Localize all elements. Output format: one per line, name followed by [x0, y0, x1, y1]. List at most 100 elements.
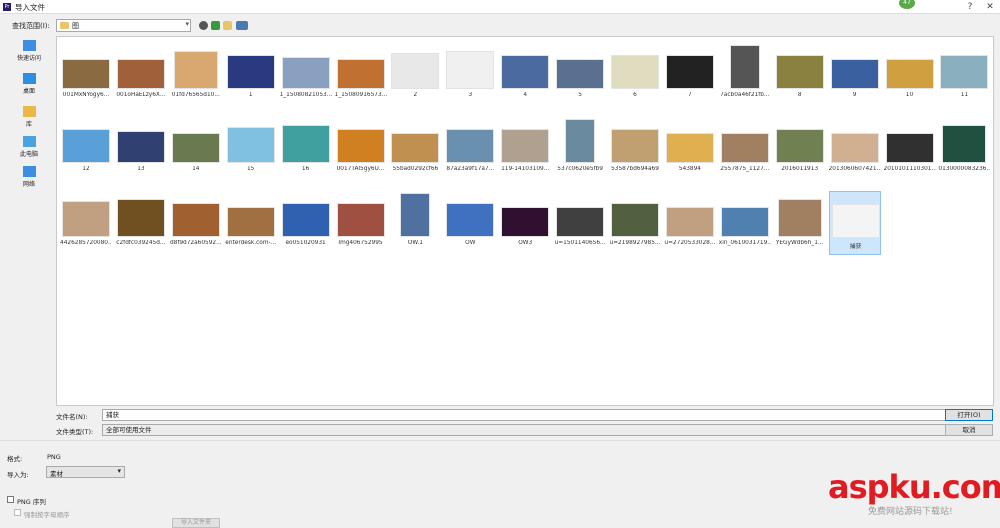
file-name: 6	[633, 92, 637, 98]
file-name: d8f9d72a60592...	[169, 240, 222, 246]
png-sequence-label: PNG 序列	[17, 498, 46, 506]
file-item[interactable]: 捕获	[828, 191, 881, 255]
help-icon[interactable]: ?	[960, 0, 980, 14]
import-as-select[interactable]: 素材 ▾	[46, 466, 125, 478]
filetype-select[interactable]: 全部可使用文件	[102, 424, 982, 436]
file-item[interactable]: 1_15080916573...	[335, 43, 387, 107]
file-item[interactable]: u=2720533028...	[664, 191, 716, 255]
file-item[interactable]: d8f9d72a60592...	[170, 191, 222, 255]
file-item[interactable]: 53587bd694a69	[609, 117, 661, 181]
file-item[interactable]: 543894	[664, 117, 716, 181]
file-item[interactable]: 14	[170, 117, 222, 181]
file-item[interactable]: 119-14103109...	[499, 117, 551, 181]
place-item[interactable]: 此电脑	[5, 136, 53, 158]
file-name: 11	[960, 92, 969, 98]
file-thumbnail	[171, 133, 220, 163]
file-item[interactable]: 87a23a9f17a7...	[444, 117, 496, 181]
up-folder-icon[interactable]	[211, 21, 220, 30]
file-item[interactable]: enterdesk.com-...	[225, 191, 277, 255]
filename-row: 文件名(N): 捕获	[56, 409, 994, 422]
file-item[interactable]: u=2198927985...	[609, 191, 661, 255]
file-item[interactable]: 001MxNYogy6...	[60, 43, 112, 107]
file-name: 2557875_1127...	[720, 166, 770, 172]
file-item[interactable]: 2016011913	[774, 117, 826, 181]
png-sequence-checkbox[interactable]	[7, 496, 14, 503]
file-name: 53587bd694a69	[611, 166, 659, 172]
place-item[interactable]: 桌面	[5, 73, 53, 95]
file-item[interactable]: 7acb0a46f21fb...	[719, 43, 771, 107]
file-item[interactable]: 0017TAI5gy6U...	[335, 117, 387, 181]
place-item[interactable]: 库	[5, 106, 53, 128]
file-name: 537c0620e5fb9	[557, 166, 603, 172]
file-item[interactable]: Img406752995	[335, 191, 387, 255]
file-item[interactable]: 9	[829, 43, 881, 107]
file-thumbnail	[611, 55, 659, 89]
new-folder-icon[interactable]	[223, 21, 232, 30]
file-item[interactable]: 55bad0292cf66	[389, 117, 441, 181]
title-bar: Pr 导入文件 47 ? ✕	[0, 0, 1000, 14]
file-item[interactable]: 16	[280, 117, 332, 181]
file-item[interactable]: 1	[225, 43, 277, 107]
file-item[interactable]: 0130000083236...	[938, 117, 990, 181]
filename-input[interactable]: 捕获	[102, 409, 982, 421]
open-button[interactable]: 打开(O)	[945, 409, 993, 421]
places-sidebar: 快速访问桌面库此电脑网络	[5, 36, 53, 406]
file-thumbnail	[729, 45, 760, 89]
file-item[interactable]: 10	[884, 43, 936, 107]
file-name: 4	[523, 92, 528, 98]
file-item[interactable]: eo051020931	[280, 191, 332, 255]
desktop-icon	[22, 73, 36, 84]
look-in-dropdown[interactable]: 图 ▾	[56, 19, 191, 32]
file-name: 1_15080916573...	[334, 92, 387, 98]
file-item[interactable]: 537c0620e5fb9	[554, 117, 606, 181]
file-item[interactable]: 12	[60, 117, 112, 181]
file-item[interactable]: 13	[115, 117, 167, 181]
file-thumbnail	[885, 133, 934, 163]
place-item[interactable]: 网络	[5, 166, 53, 188]
file-item[interactable]: 2013060607421...	[829, 117, 881, 181]
file-thumbnail	[565, 119, 596, 163]
file-name: 0017TAI5gy6U...	[336, 166, 385, 172]
view-menu-icon[interactable]	[236, 21, 248, 30]
chevron-down-icon: ▾	[185, 20, 189, 28]
force-alpha-checkbox[interactable]	[14, 509, 21, 516]
back-icon[interactable]	[199, 21, 208, 30]
file-item[interactable]: 2	[389, 43, 441, 107]
file-item[interactable]: 5	[554, 43, 606, 107]
file-thumbnail	[62, 59, 110, 89]
file-item[interactable]: 8	[774, 43, 826, 107]
file-grid: 001MxNYogy6... 001oHaELzy6X... 01fd76565d1…	[56, 36, 994, 406]
file-item[interactable]: 1_15080821053...	[280, 43, 332, 107]
file-item[interactable]: c2fdfc039245d...	[115, 191, 167, 255]
file-item[interactable]: xin_0610031719...	[719, 191, 771, 255]
file-thumbnail	[665, 207, 714, 237]
place-item[interactable]: 快速访问	[5, 40, 53, 62]
file-item[interactable]: 2557875_1127...	[719, 117, 771, 181]
file-item[interactable]: 4	[499, 43, 551, 107]
filename-label: 文件名(N):	[56, 413, 88, 421]
file-item[interactable]: 11	[938, 43, 990, 107]
folder-icon	[60, 22, 69, 29]
file-item[interactable]: 2010101110301...	[884, 117, 936, 181]
file-item[interactable]: 01fd76565d10...	[170, 43, 222, 107]
file-item[interactable]: 3	[444, 43, 496, 107]
file-item[interactable]: 15	[225, 117, 277, 181]
file-item[interactable]: 7	[664, 43, 716, 107]
file-item[interactable]: u=1501140656...	[554, 191, 606, 255]
file-item[interactable]: OW.1	[389, 191, 441, 255]
file-name: 13	[137, 166, 145, 172]
place-label: 此电脑	[19, 151, 38, 158]
close-icon[interactable]: ✕	[980, 0, 1000, 14]
file-item[interactable]: OW	[444, 191, 496, 255]
cancel-button[interactable]: 取消	[945, 424, 993, 436]
file-item[interactable]: YEGyWdb6h_1...	[774, 191, 826, 255]
import-folder-button[interactable]: 导入文件夹	[172, 518, 220, 528]
file-name: u=2198927985...	[609, 240, 661, 246]
file-item[interactable]: 6	[609, 43, 661, 107]
file-item[interactable]: OW3	[499, 191, 551, 255]
file-item[interactable]: 001oHaELzy6X...	[115, 43, 167, 107]
file-thumbnail	[501, 55, 550, 89]
file-item[interactable]: 4426285720080...	[60, 191, 112, 255]
file-thumbnail	[942, 125, 987, 163]
file-thumbnail	[830, 59, 879, 89]
